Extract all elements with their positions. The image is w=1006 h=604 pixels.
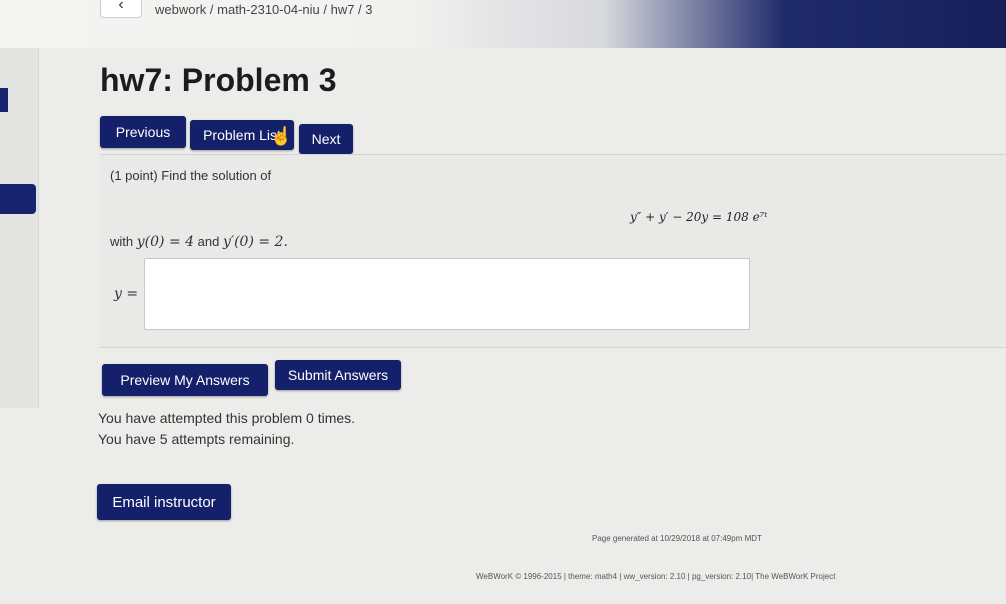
page-title: hw7: Problem 3 <box>100 62 337 98</box>
breadcrumb[interactable]: webwork / math-2310-04-niu / hw7 / 3 <box>155 2 373 17</box>
attempts-made-text: You have attempted this problem 0 times. <box>98 410 356 426</box>
chevron-left-icon: ‹ <box>118 0 124 13</box>
back-button[interactable]: ‹ <box>100 0 142 18</box>
page-generated-text: Page generated at 10/29/2018 at 07:49pm … <box>592 534 762 543</box>
initial-conditions: with y(0) = 4 and y′(0) = 2. <box>110 234 288 250</box>
attempts-remaining-text: You have 5 attempts remaining. <box>98 431 295 447</box>
problem-prompt: (1 point) Find the solution of <box>110 168 272 183</box>
sidebar-active-item[interactable] <box>0 184 36 214</box>
submit-answers-button[interactable]: Submit Answers <box>275 360 401 390</box>
with-text: with <box>110 234 134 249</box>
hand-cursor-icon: ☝ <box>270 126 293 146</box>
answer-input[interactable] <box>144 258 750 330</box>
sidebar-marker <box>0 88 8 112</box>
top-nav-bar <box>0 0 1006 48</box>
initial-condition-1: y(0) = 4 <box>136 234 195 250</box>
differential-equation: y″ + y′ − 20y = 108 e⁷ᵗ <box>630 210 768 224</box>
previous-button[interactable]: Previous <box>100 116 186 148</box>
and-text: and <box>197 234 220 249</box>
footer-credits: WeBWorK © 1996-2015 | theme: math4 | ww_… <box>476 572 836 581</box>
answer-label: y = <box>114 286 139 302</box>
initial-condition-2: y′(0) = 2. <box>222 234 288 250</box>
preview-answers-button[interactable]: Preview My Answers <box>102 364 268 396</box>
email-instructor-button[interactable]: Email instructor <box>97 484 231 520</box>
next-button[interactable]: Next <box>299 124 353 154</box>
